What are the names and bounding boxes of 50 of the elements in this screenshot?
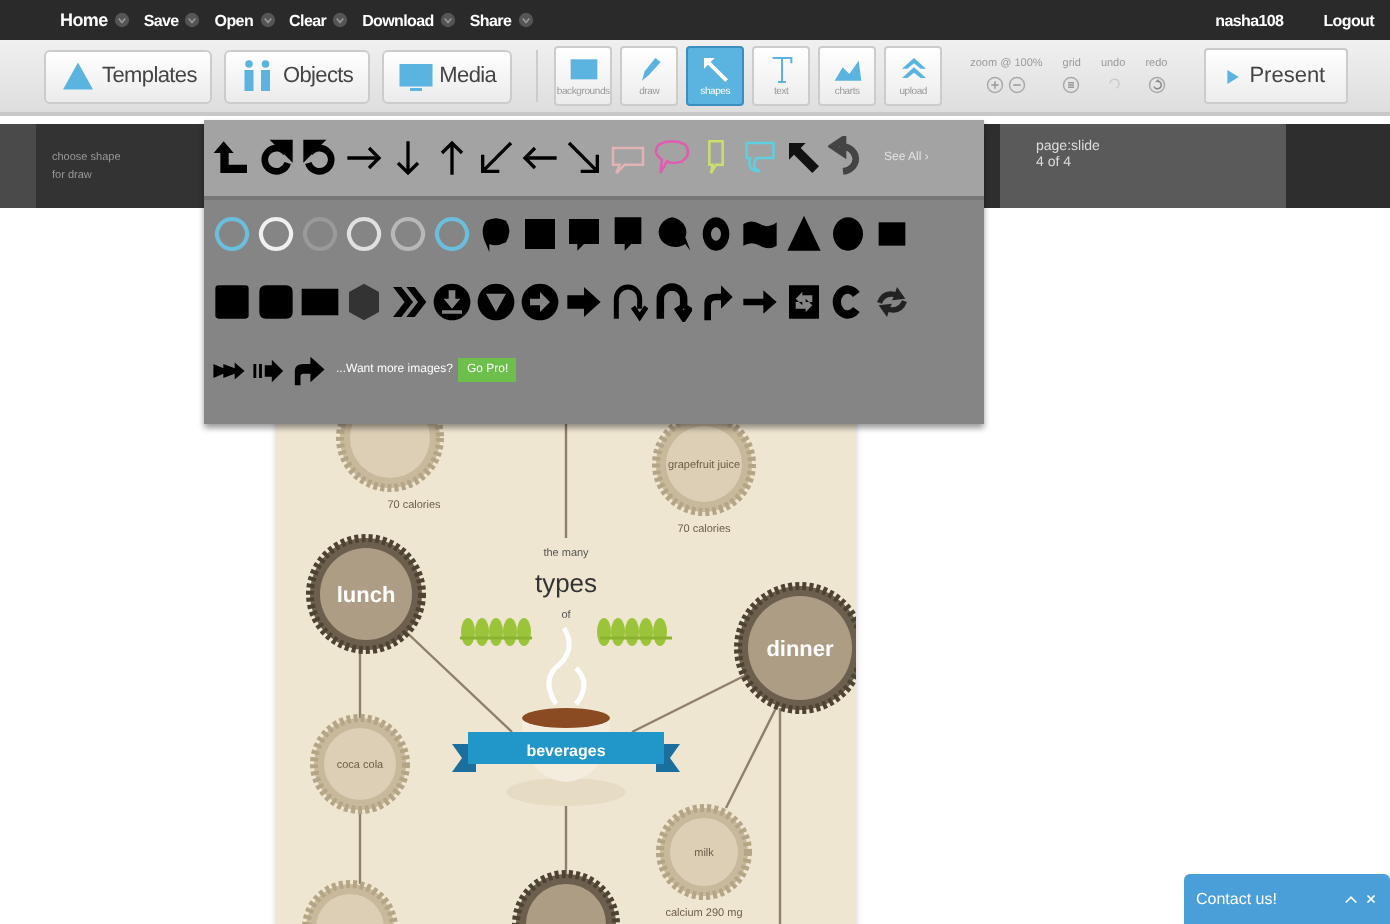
chevron-icon[interactable] — [388, 282, 428, 322]
nav-link[interactable]: Share — [469, 11, 512, 29]
node-label: lunch — [336, 584, 396, 608]
nav-link[interactable]: Download — [362, 11, 434, 29]
triangle-icon[interactable] — [784, 214, 824, 254]
play-icon — [1225, 67, 1240, 85]
dropdown-icon[interactable] — [439, 12, 456, 28]
dropdown-icon[interactable] — [184, 12, 201, 28]
square-icon[interactable] — [520, 214, 560, 254]
speech-bubble-icon[interactable] — [564, 214, 604, 254]
logout-link[interactable]: Logout — [1323, 11, 1374, 29]
nav-link[interactable]: Save — [143, 11, 179, 29]
dropdown-icon[interactable] — [259, 12, 276, 28]
present-button[interactable]: Present — [1203, 48, 1348, 104]
title-text: types — [534, 568, 598, 598]
collapse-icon[interactable] — [1344, 892, 1358, 906]
dropdown-icon[interactable] — [332, 12, 349, 28]
nav-link[interactable]: Home — [60, 10, 108, 30]
banner-text: beverages — [526, 742, 606, 760]
nav-link[interactable]: Clear — [289, 11, 327, 29]
media-button[interactable]: Media — [381, 49, 513, 103]
circle-icon[interactable] — [828, 214, 868, 254]
monitor-icon — [397, 58, 434, 94]
templates-button[interactable]: Templates — [44, 49, 213, 103]
node-label: dinner — [766, 638, 834, 662]
rotate-arrow-icon[interactable] — [300, 136, 340, 180]
light-circle-node — [310, 714, 410, 814]
u-turn-arrow-icon[interactable] — [652, 282, 692, 322]
hexagon-icon[interactable] — [344, 282, 384, 322]
close-icon[interactable] — [1364, 892, 1378, 906]
rotate-arrow-icon[interactable] — [256, 136, 296, 180]
dropdown-icon[interactable] — [517, 12, 534, 28]
nav-link[interactable]: Open — [214, 11, 254, 29]
arrow-icon[interactable] — [292, 353, 326, 387]
arrow-icon — [699, 54, 732, 86]
dark-circle-node — [306, 534, 426, 654]
triangle-icon — [60, 58, 96, 94]
objects-button[interactable]: Objects — [224, 49, 370, 103]
u-turn-arrow-icon[interactable] — [608, 282, 648, 322]
recycle-arrow-icon[interactable] — [872, 282, 912, 322]
connector-line — [358, 810, 362, 884]
side-panel — [0, 124, 36, 208]
light-circle-node — [656, 804, 752, 900]
redo-icon[interactable] — [1147, 76, 1166, 94]
arrow-icon[interactable] — [564, 282, 604, 322]
username[interactable]: nasha108 — [1215, 11, 1284, 29]
swap-icon[interactable] — [784, 282, 824, 322]
connector-line — [358, 650, 362, 718]
dropdown-icon[interactable] — [113, 12, 130, 28]
square-icon[interactable] — [212, 282, 252, 322]
